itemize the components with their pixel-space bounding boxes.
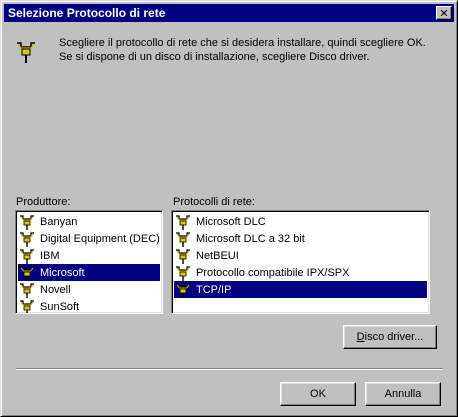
network-protocol-icon — [20, 265, 34, 281]
manufacturer-item[interactable]: SunSoft — [18, 298, 160, 313]
manufacturer-item[interactable]: Novell — [18, 281, 160, 298]
window-title: Selezione Protocollo di rete — [8, 6, 166, 20]
manufacturer-item[interactable]: IBM — [18, 247, 160, 264]
protocol-item[interactable]: NetBEUI — [174, 247, 427, 264]
close-button[interactable]: ✕ — [436, 6, 452, 20]
manufacturer-item-label: Digital Equipment (DEC) — [40, 232, 160, 245]
ok-label: OK — [310, 388, 326, 400]
network-protocol-icon — [176, 214, 190, 230]
disk-driver-accel: D — [356, 331, 365, 343]
dialog-window: Selezione Protocollo di rete ✕ Scegliere… — [0, 0, 458, 417]
network-protocol-icon — [20, 214, 34, 230]
manufacturer-item[interactable]: Microsoft — [18, 264, 160, 281]
network-protocol-icon — [176, 265, 190, 281]
protocol-item[interactable]: Microsoft DLC — [174, 213, 427, 230]
cancel-button[interactable]: Annulla — [365, 382, 441, 406]
protocol-item[interactable]: TCP/IP — [174, 281, 427, 298]
network-protocol-icon — [17, 42, 35, 63]
manufacturer-item-label: SunSoft — [40, 300, 80, 313]
manufacturer-item-label: IBM — [40, 249, 60, 262]
manufacturer-label: Produttore: — [16, 196, 71, 208]
protocol-item-label: Microsoft DLC — [196, 215, 266, 228]
protocol-item-label: NetBEUI — [196, 249, 239, 262]
network-protocol-icon — [176, 282, 190, 298]
manufacturer-item-label: Banyan — [40, 215, 78, 228]
protocol-item[interactable]: Protocollo compatibile IPX/SPX — [174, 264, 427, 281]
title-bar[interactable]: Selezione Protocollo di rete ✕ — [4, 4, 454, 22]
protocol-list[interactable]: Microsoft DLC Microsoft DLC a 32 bit NetBE… — [171, 210, 430, 314]
close-icon: ✕ — [439, 6, 449, 20]
cancel-label: Annulla — [384, 388, 422, 400]
protocol-item-label: Microsoft DLC a 32 bit — [196, 232, 305, 245]
manufacturer-item-label: Novell — [40, 283, 71, 296]
disk-driver-label: isco driver... — [364, 331, 424, 343]
ok-button[interactable]: OK — [280, 382, 356, 406]
network-protocol-icon — [20, 248, 34, 264]
manufacturer-item[interactable]: Banyan — [18, 213, 160, 230]
disk-driver-button[interactable]: Disco driver... — [343, 325, 437, 349]
network-protocol-icon — [176, 231, 190, 247]
protocols-label: Protocolli di rete: — [173, 196, 255, 208]
network-protocol-icon — [176, 248, 190, 264]
network-protocol-icon — [20, 231, 34, 247]
protocol-item-label: Protocollo compatibile IPX/SPX — [196, 266, 350, 279]
protocol-item[interactable]: Microsoft DLC a 32 bit — [174, 230, 427, 247]
instructions-text: Scegliere il protocollo di rete che si d… — [59, 37, 426, 63]
manufacturer-item-label: Microsoft — [40, 266, 85, 279]
protocol-item-label: TCP/IP — [196, 283, 232, 296]
network-protocol-icon — [20, 282, 34, 298]
manufacturer-list[interactable]: Banyan Digital Equipment (DEC) IBM Microsof… — [15, 210, 163, 314]
separator — [16, 368, 443, 370]
manufacturer-item[interactable]: Digital Equipment (DEC) — [18, 230, 160, 247]
network-protocol-icon — [20, 299, 34, 313]
